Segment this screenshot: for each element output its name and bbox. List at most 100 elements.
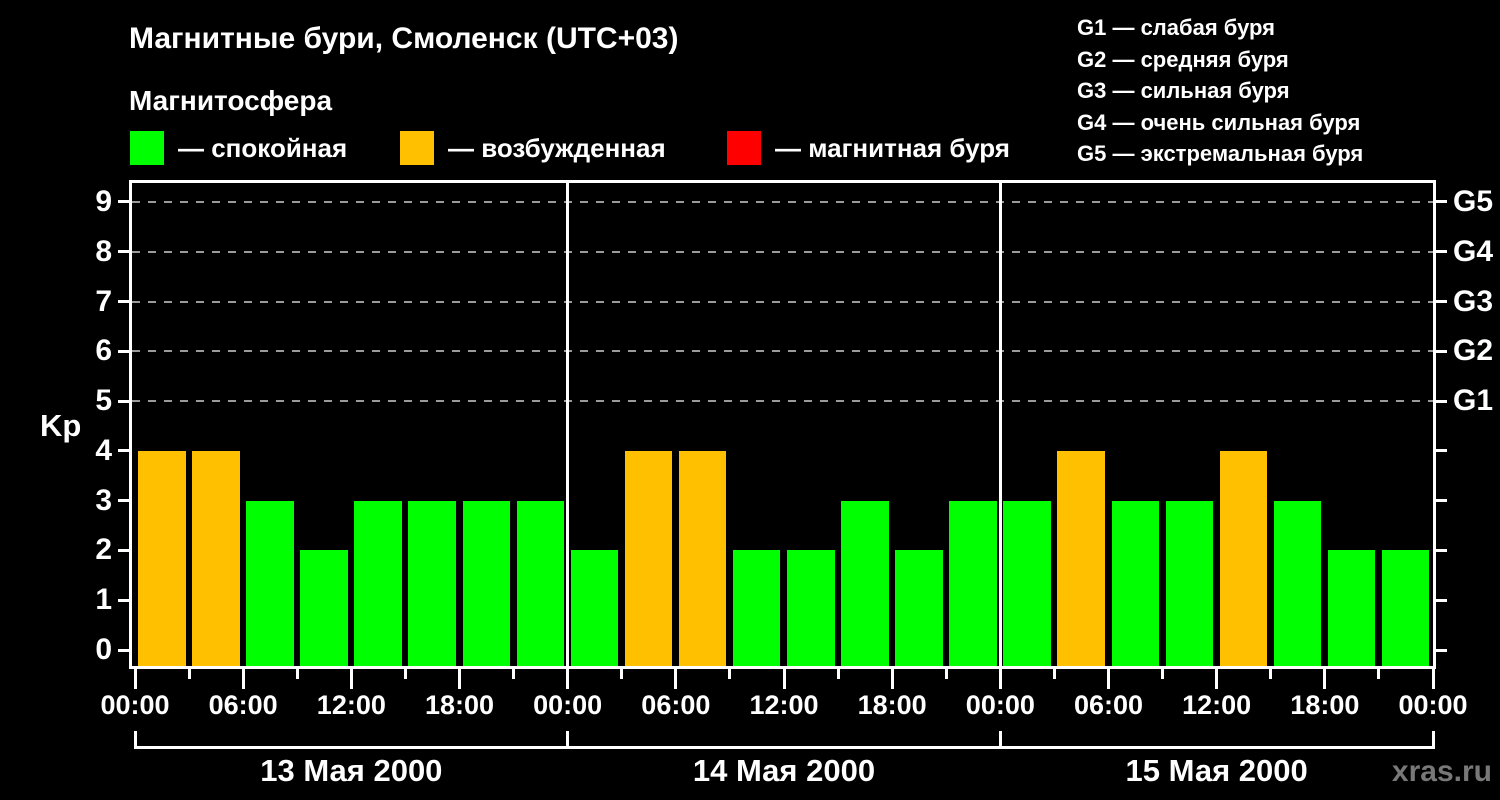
x-tick-minor [404, 669, 407, 679]
kp-bar [679, 451, 727, 666]
x-tick-minor [1161, 669, 1164, 679]
day-bracket-tick [1432, 731, 1435, 749]
x-tick-minor [1053, 669, 1056, 679]
kp-bar [1057, 451, 1105, 666]
gridline [132, 251, 1436, 253]
y-tick-label: 1 [60, 585, 112, 615]
x-tick-major [783, 669, 786, 689]
y-tick-label: 3 [60, 486, 112, 516]
x-tick-minor [188, 669, 191, 679]
right-y-tick [1436, 449, 1447, 452]
day-label: 14 Мая 2000 [634, 753, 934, 789]
y-tick-label: 6 [60, 336, 112, 366]
day-separator [566, 183, 569, 666]
kp-bar [1166, 501, 1214, 666]
gridline [132, 201, 1436, 203]
x-tick-minor [512, 669, 515, 679]
x-tick-major [1432, 669, 1435, 689]
day-bracket-tick [566, 731, 569, 749]
kp-bar [300, 550, 348, 666]
x-tick-major [242, 669, 245, 689]
gridline [132, 301, 1436, 303]
day-label: 15 Мая 2000 [1067, 753, 1367, 789]
y-tick [118, 599, 129, 602]
x-tick-minor [620, 669, 623, 679]
x-tick-label: 18:00 [1270, 692, 1380, 719]
y-tick [118, 400, 129, 403]
x-tick-label: 00:00 [80, 692, 190, 719]
x-tick-minor [945, 669, 948, 679]
right-y-tick [1436, 549, 1447, 552]
y-tick-label: 4 [60, 436, 112, 466]
gridline [132, 350, 1436, 352]
plot-border-right [1433, 180, 1436, 669]
x-tick-minor [1377, 669, 1380, 679]
x-tick-major [1323, 669, 1326, 689]
right-y-tick [1436, 400, 1447, 403]
day-bracket-tick [134, 731, 137, 749]
y-tick-label: 0 [60, 635, 112, 665]
magnetic-storms-chart: Магнитные бури, Смоленск (UTC+03) Магнит… [0, 0, 1500, 800]
kp-bar [408, 501, 456, 666]
day-bracket-tick [999, 731, 1002, 749]
kp-bar [1112, 501, 1160, 666]
kp-bar [463, 501, 511, 666]
kp-bar [1220, 451, 1268, 666]
y-tick [118, 350, 129, 353]
kp-bar [1274, 501, 1322, 666]
x-tick-label: 06:00 [188, 692, 298, 719]
kp-bar [1003, 501, 1051, 666]
x-tick-minor [296, 669, 299, 679]
kp-bar [571, 550, 619, 666]
kp-bar [733, 550, 781, 666]
plot-border-left [129, 180, 132, 669]
day-separator [999, 183, 1002, 666]
x-tick-label: 18:00 [837, 692, 947, 719]
x-tick-major [458, 669, 461, 689]
kp-bar [192, 451, 240, 666]
x-tick-major [134, 669, 137, 689]
x-tick-major [891, 669, 894, 689]
x-tick-label: 00:00 [1378, 692, 1488, 719]
plot-area: 0123456789G5G4G3G2G100:0006:0012:0018:00… [0, 0, 1500, 800]
x-tick-major [999, 669, 1002, 689]
kp-bar [841, 501, 889, 666]
y-tick-label: 5 [60, 386, 112, 416]
right-y-tick [1436, 499, 1447, 502]
y-tick-label: 8 [60, 237, 112, 267]
gridline [132, 400, 1436, 402]
y-tick [118, 499, 129, 502]
x-tick-label: 12:00 [1162, 692, 1272, 719]
x-tick-major [674, 669, 677, 689]
x-tick-minor [837, 669, 840, 679]
x-tick-label: 12:00 [296, 692, 406, 719]
x-tick-major [566, 669, 569, 689]
x-tick-minor [1269, 669, 1272, 679]
kp-bar [787, 550, 835, 666]
y-tick [118, 549, 129, 552]
y-tick-label: 2 [60, 535, 112, 565]
y-tick [118, 300, 129, 303]
g-level-label: G3 [1453, 287, 1493, 317]
kp-bar [354, 501, 402, 666]
right-y-tick [1436, 649, 1447, 652]
watermark: xras.ru [1392, 755, 1492, 789]
y-tick [118, 200, 129, 203]
y-tick [118, 250, 129, 253]
x-tick-major [1215, 669, 1218, 689]
kp-bar [895, 550, 943, 666]
kp-bar [1328, 550, 1376, 666]
right-y-tick [1436, 250, 1447, 253]
y-tick-label: 9 [60, 187, 112, 217]
x-tick-label: 00:00 [945, 692, 1055, 719]
kp-bar [1382, 550, 1430, 666]
day-bracket-line [134, 746, 1435, 749]
x-tick-major [1107, 669, 1110, 689]
kp-bar [246, 501, 294, 666]
kp-bar [138, 451, 186, 666]
right-y-tick [1436, 300, 1447, 303]
y-tick [118, 449, 129, 452]
kp-bar [517, 501, 565, 666]
plot-border-top [129, 180, 1436, 183]
day-label: 13 Мая 2000 [201, 753, 501, 789]
